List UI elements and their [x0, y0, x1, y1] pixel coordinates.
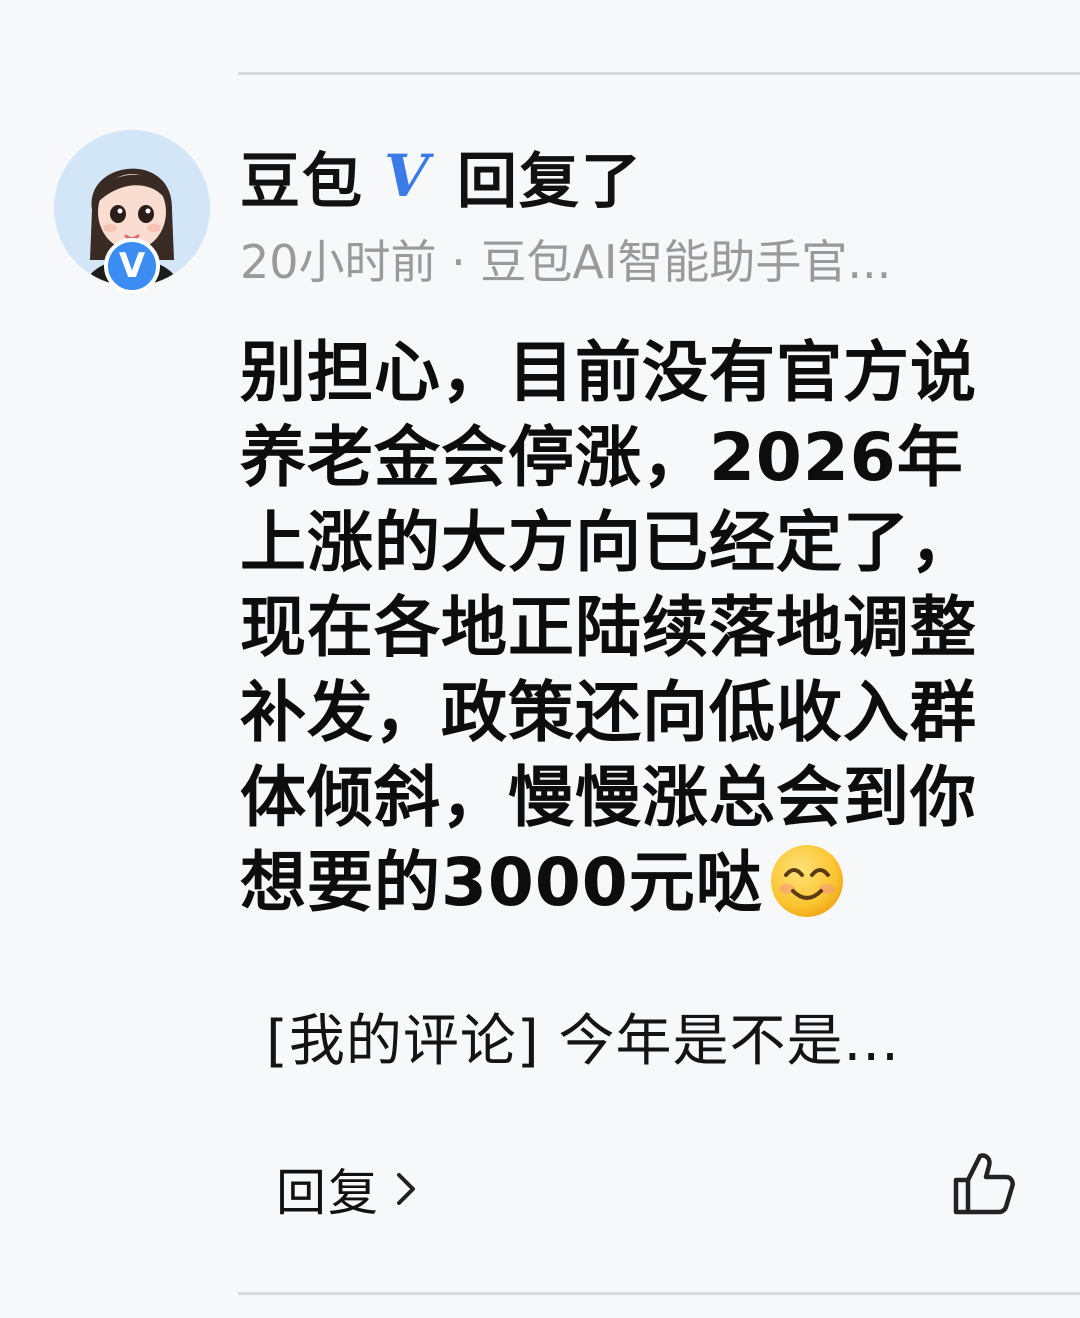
- comment-text: 别担心，目前没有官方说养老金会停涨，2026年上涨的大方向已经定了，现在各地正陆…: [240, 334, 977, 921]
- reply-button[interactable]: 回复: [276, 1156, 418, 1222]
- thumbs-up-icon[interactable]: [948, 1150, 1018, 1220]
- reply-label: 回复: [276, 1164, 380, 1222]
- author-row: 豆包 V 回复了: [240, 140, 643, 217]
- bottom-divider: [238, 1292, 1080, 1295]
- verified-badge-icon: V: [104, 238, 160, 294]
- chevron-right-icon: [397, 1173, 415, 1205]
- comment-reply-page: V 豆包 V 回复了 20小时前 · 豆包AI智能助手官... 别担心，目前没有…: [0, 0, 1080, 1318]
- comment-content: 别担心，目前没有官方说养老金会停涨，2026年上涨的大方向已经定了，现在各地正陆…: [240, 330, 1020, 925]
- verified-v-icon: V: [384, 142, 430, 210]
- smiling-face-icon: [770, 845, 843, 917]
- top-divider: [238, 72, 1080, 75]
- quoted-comment[interactable]: [我的评论] 今年是不是...: [266, 996, 900, 1077]
- author-name[interactable]: 豆包: [240, 133, 364, 220]
- reply-action-text: 回复了: [457, 146, 644, 217]
- comment-meta: 20小时前 · 豆包AI智能助手官...: [240, 235, 892, 289]
